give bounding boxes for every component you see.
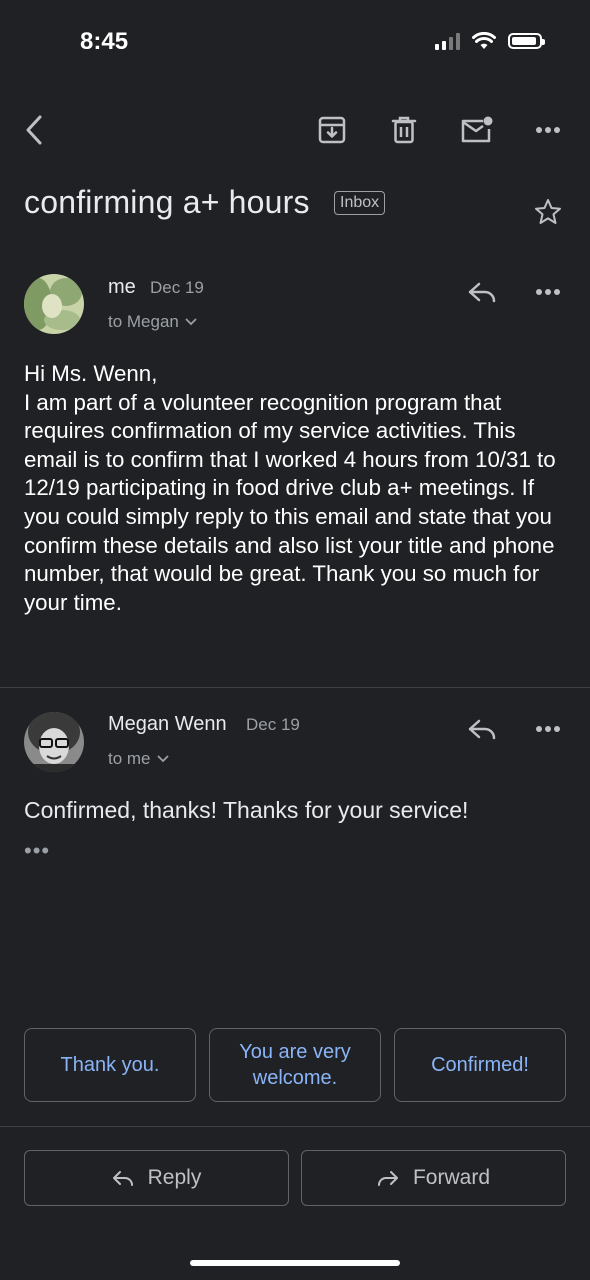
message-divider [0,687,590,688]
cellular-signal-icon [435,32,460,50]
reply-action-button[interactable]: Reply [24,1150,289,1206]
home-indicator[interactable] [190,1260,400,1266]
recipients-text: to Megan [108,312,179,331]
chevron-left-icon [26,115,42,145]
message-more-button[interactable] [526,707,570,751]
sender-name: Megan Wenn [108,713,227,735]
reply-icon [468,719,496,740]
back-button[interactable] [12,108,56,152]
wifi-icon [472,32,496,49]
avatar-megan-wenn[interactable] [24,712,84,772]
trash-icon [391,116,417,144]
inbox-label-badge[interactable]: Inbox [334,191,386,215]
reply-icon [468,282,496,303]
star-icon [535,199,561,224]
delete-button[interactable] [382,108,426,152]
show-trimmed-content-button[interactable]: ••• [24,838,50,864]
archive-button[interactable] [310,108,354,152]
more-horiz-icon [536,726,560,732]
actions-divider [0,1126,590,1127]
smart-reply-confirmed[interactable]: Confirmed! [394,1028,566,1102]
message-date: Dec 19 [150,278,204,297]
status-icons [435,32,545,50]
forward-icon [377,1171,398,1186]
mark-unread-button[interactable] [454,108,498,152]
reply-button[interactable] [460,270,504,314]
reply-button[interactable] [460,707,504,751]
status-time: 8:45 [80,28,129,55]
reply-icon [112,1171,133,1186]
message-more-button[interactable] [526,270,570,314]
message-body: Confirmed, thanks! Thanks for your servi… [24,797,469,823]
more-horiz-icon [536,127,560,133]
more-horiz-icon [536,289,560,295]
archive-icon [318,116,346,144]
sender-name: me [108,276,136,298]
smart-reply-thank-you[interactable]: Thank you. [24,1028,196,1102]
battery-icon [508,33,545,49]
message-date: Dec 19 [246,715,300,734]
reply-label: Reply [147,1166,202,1189]
avatar-me[interactable] [24,274,84,334]
message-body: Hi Ms. Wenn, I am part of a volunteer re… [24,361,556,615]
chevron-down-icon [185,318,197,326]
recipients-text: to me [108,749,151,768]
chevron-down-icon [157,755,168,763]
more-options-button[interactable] [526,108,570,152]
email-subject: confirming a+ hours [24,184,310,220]
smart-reply-very-welcome[interactable]: You are very welcome. [209,1028,381,1102]
forward-label: Forward [412,1166,491,1189]
star-button[interactable] [526,190,570,234]
mark-unread-icon [461,116,493,143]
forward-action-button[interactable]: Forward [301,1150,566,1206]
recipients-toggle[interactable]: to Megan [108,312,197,332]
recipients-toggle[interactable]: to me [108,749,169,769]
